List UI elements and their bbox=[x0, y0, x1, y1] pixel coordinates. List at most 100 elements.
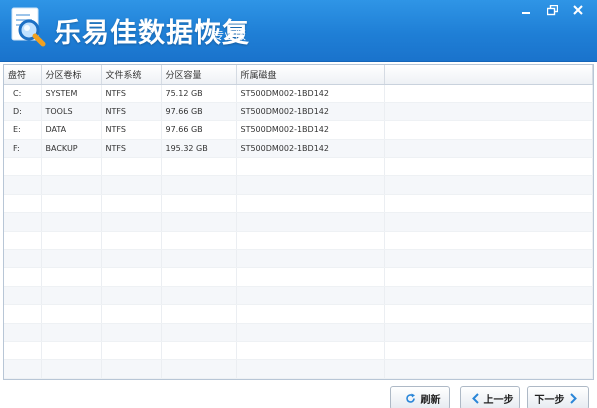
title-bar: 乐易佳数据恢复 专业版 bbox=[0, 0, 597, 62]
column-header-drive[interactable]: 盘符 bbox=[4, 65, 42, 85]
empty-cell bbox=[384, 359, 593, 379]
table-row[interactable]: E: DATA NTFS 97.66 GB ST500DM002-1BD142 bbox=[4, 120, 593, 140]
empty-cell bbox=[101, 231, 162, 251]
column-header-capacity[interactable]: 分区容量 bbox=[161, 65, 237, 85]
empty-cell bbox=[41, 194, 102, 214]
restore-button[interactable] bbox=[539, 0, 565, 20]
empty-cell bbox=[101, 323, 162, 342]
table-row[interactable]: C: SYSTEM NTFS 75.12 GB ST500DM002-1BD14… bbox=[4, 84, 593, 103]
drive-cell: E: bbox=[4, 120, 42, 140]
disk-cell: ST500DM002-1BD142 bbox=[236, 102, 385, 122]
empty-cell bbox=[4, 286, 42, 306]
table-row[interactable]: F: BACKUP NTFS 195.32 GB ST500DM002-1BD1… bbox=[4, 139, 593, 159]
filler-cell bbox=[384, 139, 593, 159]
previous-step-label: 上一步 bbox=[483, 394, 514, 406]
previous-step-button[interactable]: 上一步 bbox=[460, 386, 520, 408]
app-edition-label: 专业版 bbox=[213, 29, 246, 42]
empty-cell bbox=[41, 267, 102, 287]
table-row[interactable]: D: TOOLS NTFS 97.66 GB ST500DM002-1BD142 bbox=[4, 102, 593, 122]
column-header-volume-label[interactable]: 分区卷标 bbox=[41, 65, 102, 85]
empty-cell bbox=[101, 286, 162, 306]
capacity-cell: 97.66 GB bbox=[161, 120, 237, 140]
empty-row bbox=[4, 175, 593, 195]
empty-cell bbox=[384, 212, 593, 232]
file-system-cell: NTFS bbox=[101, 84, 162, 103]
empty-cell bbox=[41, 175, 102, 195]
empty-cell bbox=[41, 157, 102, 177]
empty-cell bbox=[236, 212, 385, 232]
bottom-bar: 刷新 上一步 下一步 bbox=[0, 382, 597, 408]
empty-cell bbox=[384, 286, 593, 306]
minimize-button[interactable] bbox=[513, 0, 539, 20]
empty-cell bbox=[236, 175, 385, 195]
close-button[interactable] bbox=[565, 0, 591, 20]
empty-cell bbox=[384, 194, 593, 214]
next-step-button[interactable]: 下一步 bbox=[527, 386, 589, 408]
empty-row bbox=[4, 286, 593, 306]
disk-cell: ST500DM002-1BD142 bbox=[236, 84, 385, 103]
empty-cell bbox=[101, 157, 162, 177]
drive-cell: F: bbox=[4, 139, 42, 159]
empty-cell bbox=[101, 212, 162, 232]
drive-cell: C: bbox=[4, 84, 42, 103]
empty-row bbox=[4, 341, 593, 361]
empty-cell bbox=[41, 249, 102, 269]
drive-cell: D: bbox=[4, 102, 42, 122]
empty-cell bbox=[101, 304, 162, 324]
volume-label-cell: SYSTEM bbox=[41, 84, 102, 103]
close-icon bbox=[573, 5, 583, 15]
disk-cell: ST500DM002-1BD142 bbox=[236, 120, 385, 140]
empty-row bbox=[4, 249, 593, 269]
empty-row bbox=[4, 231, 593, 251]
partition-table: 盘符 分区卷标 文件系统 分区容量 所属磁盘 C: SYSTEM NTFS 75… bbox=[3, 64, 594, 380]
chevron-left-icon bbox=[471, 392, 479, 404]
empty-cell bbox=[101, 175, 162, 195]
empty-cell bbox=[384, 157, 593, 177]
empty-row bbox=[4, 212, 593, 232]
chevron-right-icon bbox=[569, 392, 577, 404]
capacity-cell: 195.32 GB bbox=[161, 139, 237, 159]
empty-cell bbox=[236, 323, 385, 342]
empty-cell bbox=[41, 212, 102, 232]
empty-cell bbox=[161, 304, 237, 324]
empty-cell bbox=[236, 157, 385, 177]
file-system-cell: NTFS bbox=[101, 139, 162, 159]
column-header-disk[interactable]: 所属磁盘 bbox=[236, 65, 385, 85]
empty-cell bbox=[4, 304, 42, 324]
empty-cell bbox=[4, 212, 42, 232]
empty-cell bbox=[384, 323, 593, 342]
empty-cell bbox=[4, 267, 42, 287]
next-step-label: 下一步 bbox=[534, 394, 565, 406]
empty-cell bbox=[4, 194, 42, 214]
empty-row bbox=[4, 157, 593, 177]
empty-cell bbox=[41, 359, 102, 379]
refresh-icon bbox=[405, 393, 416, 404]
empty-cell bbox=[4, 157, 42, 177]
empty-row bbox=[4, 359, 593, 379]
column-header-file-system[interactable]: 文件系统 bbox=[101, 65, 162, 85]
empty-row bbox=[4, 323, 593, 342]
empty-cell bbox=[101, 194, 162, 214]
refresh-button[interactable]: 刷新 bbox=[390, 386, 450, 408]
volume-label-cell: BACKUP bbox=[41, 139, 102, 159]
empty-cell bbox=[4, 231, 42, 251]
empty-cell bbox=[236, 359, 385, 379]
empty-cell bbox=[41, 341, 102, 361]
column-header-filler bbox=[384, 65, 593, 85]
empty-cell bbox=[161, 359, 237, 379]
app-logo-icon bbox=[8, 6, 48, 48]
filler-cell bbox=[384, 84, 593, 103]
empty-cell bbox=[384, 231, 593, 251]
window-controls bbox=[513, 0, 591, 20]
empty-cell bbox=[4, 341, 42, 361]
table-header-row: 盘符 分区卷标 文件系统 分区容量 所属磁盘 bbox=[4, 65, 593, 85]
empty-cell bbox=[41, 231, 102, 251]
minimize-icon bbox=[522, 12, 530, 14]
empty-cell bbox=[4, 323, 42, 342]
empty-cell bbox=[236, 341, 385, 361]
empty-cell bbox=[236, 267, 385, 287]
empty-cell bbox=[4, 249, 42, 269]
empty-cell bbox=[236, 304, 385, 324]
empty-cell bbox=[161, 194, 237, 214]
volume-label-cell: DATA bbox=[41, 120, 102, 140]
